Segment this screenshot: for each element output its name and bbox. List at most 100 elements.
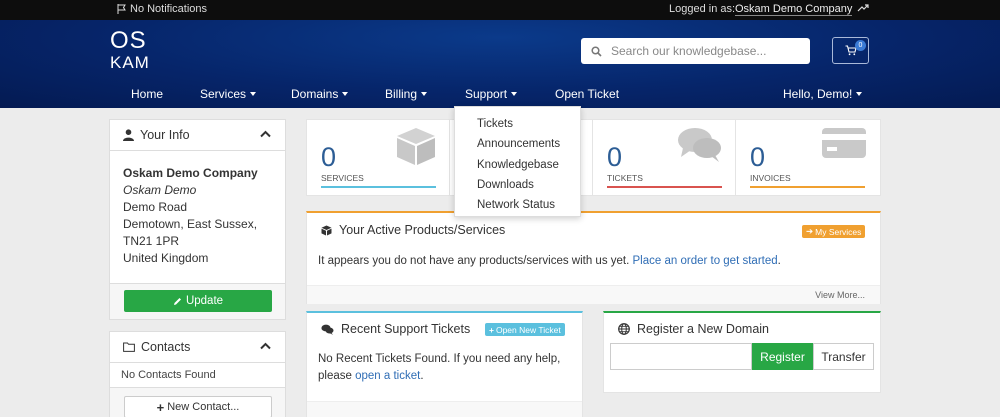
pencil-icon bbox=[173, 297, 181, 305]
open-ticket-link[interactable]: open a ticket bbox=[355, 370, 420, 382]
products-message-text: It appears you do not have any products/… bbox=[318, 255, 630, 267]
comments-icon bbox=[321, 324, 334, 335]
comments-icon bbox=[678, 128, 721, 162]
invoices-label: INVOICES bbox=[750, 173, 791, 183]
knowledgebase-search bbox=[581, 38, 810, 64]
logged-in-label: Logged in as: bbox=[669, 3, 736, 15]
info-address1: Demo Road bbox=[123, 200, 188, 214]
tile-invoices[interactable]: 0 INVOICES bbox=[736, 120, 879, 195]
your-info-title: Your Info bbox=[140, 128, 190, 142]
tile-services[interactable]: 0 SERVICES bbox=[307, 120, 450, 195]
new-contact-button[interactable]: + New Contact... bbox=[124, 396, 272, 417]
register-domain-header: Register a New Domain bbox=[618, 322, 769, 336]
view-more-link[interactable]: View More... bbox=[815, 290, 865, 300]
info-country: United Kingdom bbox=[123, 251, 209, 265]
chevron-up-icon[interactable] bbox=[260, 130, 271, 138]
register-domain-title: Register a New Domain bbox=[637, 322, 769, 336]
your-info-header: Your Info bbox=[110, 120, 285, 151]
chevron-down-icon bbox=[421, 92, 428, 96]
support-dropdown-menu: Tickets Announcements Knowledgebase Down… bbox=[454, 106, 581, 217]
plus-icon: + bbox=[156, 399, 165, 415]
contacts-empty-text: No Contacts Found bbox=[110, 363, 285, 388]
tickets-bar bbox=[607, 186, 722, 188]
nav-support[interactable]: Support bbox=[465, 87, 518, 101]
brand-logo[interactable]: OS KAM bbox=[110, 27, 150, 72]
menu-item-downloads[interactable]: Downloads bbox=[455, 175, 580, 195]
nav-billing[interactable]: Billing bbox=[385, 87, 428, 101]
nav-billing-label: Billing bbox=[385, 87, 418, 101]
menu-item-knowledgebase[interactable]: Knowledgebase bbox=[455, 155, 580, 175]
nav-domains[interactable]: Domains bbox=[291, 87, 349, 101]
nav-services[interactable]: Services bbox=[200, 87, 257, 101]
open-new-ticket-button[interactable]: + Open New Ticket bbox=[485, 323, 565, 336]
nav-services-label: Services bbox=[200, 87, 247, 101]
menu-item-announcements[interactable]: Announcements bbox=[455, 134, 580, 154]
user-icon bbox=[123, 129, 134, 141]
tickets-empty-message: No Recent Tickets Found. If you need any… bbox=[318, 351, 578, 385]
logo-line1: OS bbox=[110, 27, 147, 54]
register-button[interactable]: Register bbox=[752, 343, 813, 370]
active-products-title: Your Active Products/Services bbox=[339, 223, 506, 237]
transfer-button[interactable]: Transfer bbox=[813, 343, 874, 370]
contacts-title: Contacts bbox=[141, 340, 191, 354]
menu-item-tickets[interactable]: Tickets bbox=[455, 114, 580, 134]
menu-item-network-status[interactable]: Network Status bbox=[455, 195, 580, 215]
info-address2: Demotown, East Sussex, bbox=[123, 217, 258, 231]
my-services-label: My Services bbox=[815, 226, 862, 237]
products-message-period: . bbox=[777, 255, 781, 267]
services-count: 0 bbox=[321, 142, 337, 172]
stats-tiles: 0 SERVICES 0 TICKETS 0 INVOICES bbox=[306, 119, 881, 196]
domain-search-input[interactable] bbox=[610, 343, 752, 370]
tile-tickets[interactable]: 0 TICKETS bbox=[593, 120, 736, 195]
products-footer: View More... bbox=[307, 285, 880, 304]
open-new-ticket-label: Open New Ticket bbox=[495, 324, 561, 335]
info-contact-name: Oskam Demo bbox=[123, 183, 197, 197]
notifications-link[interactable]: No Notifications bbox=[117, 3, 207, 15]
services-label: SERVICES bbox=[321, 173, 364, 183]
tickets-message-period: . bbox=[420, 370, 424, 382]
credit-card-icon bbox=[822, 128, 866, 158]
chevron-up-icon[interactable] bbox=[260, 342, 271, 350]
cube-icon bbox=[397, 128, 435, 165]
chevron-down-icon bbox=[342, 92, 349, 96]
services-bar bbox=[321, 186, 436, 188]
update-label: Update bbox=[185, 295, 224, 307]
top-bar: No Notifications Logged in as: Oskam Dem… bbox=[0, 0, 1000, 20]
notifications-label: No Notifications bbox=[130, 3, 208, 15]
nav-home[interactable]: Home bbox=[131, 87, 163, 101]
new-contact-label: New Contact... bbox=[167, 401, 240, 413]
invoices-bar bbox=[750, 186, 865, 188]
contacts-header: Contacts bbox=[110, 332, 285, 363]
cart-button[interactable]: 0 bbox=[832, 37, 869, 64]
your-info-body: Oskam Demo Company Oskam Demo Demo Road … bbox=[110, 151, 285, 267]
chevron-down-icon bbox=[856, 92, 863, 96]
active-products-header: Your Active Products/Services bbox=[321, 223, 505, 237]
nav-account-menu[interactable]: Hello, Demo! bbox=[783, 87, 863, 101]
recent-tickets-title: Recent Support Tickets bbox=[341, 322, 471, 336]
recent-tickets-panel: Recent Support Tickets + Open New Ticket… bbox=[306, 311, 583, 417]
company-switch-link[interactable]: Oskam Demo Company bbox=[735, 3, 853, 16]
place-order-link[interactable]: Place an order to get started bbox=[633, 255, 778, 267]
tickets-label: TICKETS bbox=[607, 173, 643, 183]
contacts-footer: + New Contact... bbox=[110, 388, 285, 417]
recent-tickets-header: Recent Support Tickets bbox=[321, 322, 470, 336]
info-company: Oskam Demo Company bbox=[123, 166, 258, 180]
my-services-button[interactable]: ➔ My Services bbox=[802, 225, 866, 238]
nav-open-ticket[interactable]: Open Ticket bbox=[555, 87, 619, 101]
nav-domains-label: Domains bbox=[291, 87, 339, 101]
update-button[interactable]: Update bbox=[124, 290, 272, 312]
nav-open-ticket-label: Open Ticket bbox=[555, 87, 620, 101]
search-icon bbox=[581, 45, 611, 57]
your-info-footer: Update bbox=[110, 283, 285, 319]
invoices-count: 0 bbox=[750, 142, 766, 172]
nav-support-label: Support bbox=[465, 87, 508, 101]
active-products-panel: Your Active Products/Services ➔ My Servi… bbox=[306, 211, 881, 304]
flag-icon bbox=[117, 4, 126, 14]
site-header: OS KAM 0 Home Services Domains Billing S… bbox=[0, 20, 1000, 108]
plus-icon: + bbox=[489, 324, 494, 335]
main-nav: Home Services Domains Billing Support Op… bbox=[0, 87, 1000, 105]
switch-account-icon[interactable] bbox=[857, 3, 869, 16]
search-input[interactable] bbox=[611, 44, 801, 58]
chevron-down-icon bbox=[250, 92, 257, 96]
tickets-count: 0 bbox=[607, 142, 623, 172]
